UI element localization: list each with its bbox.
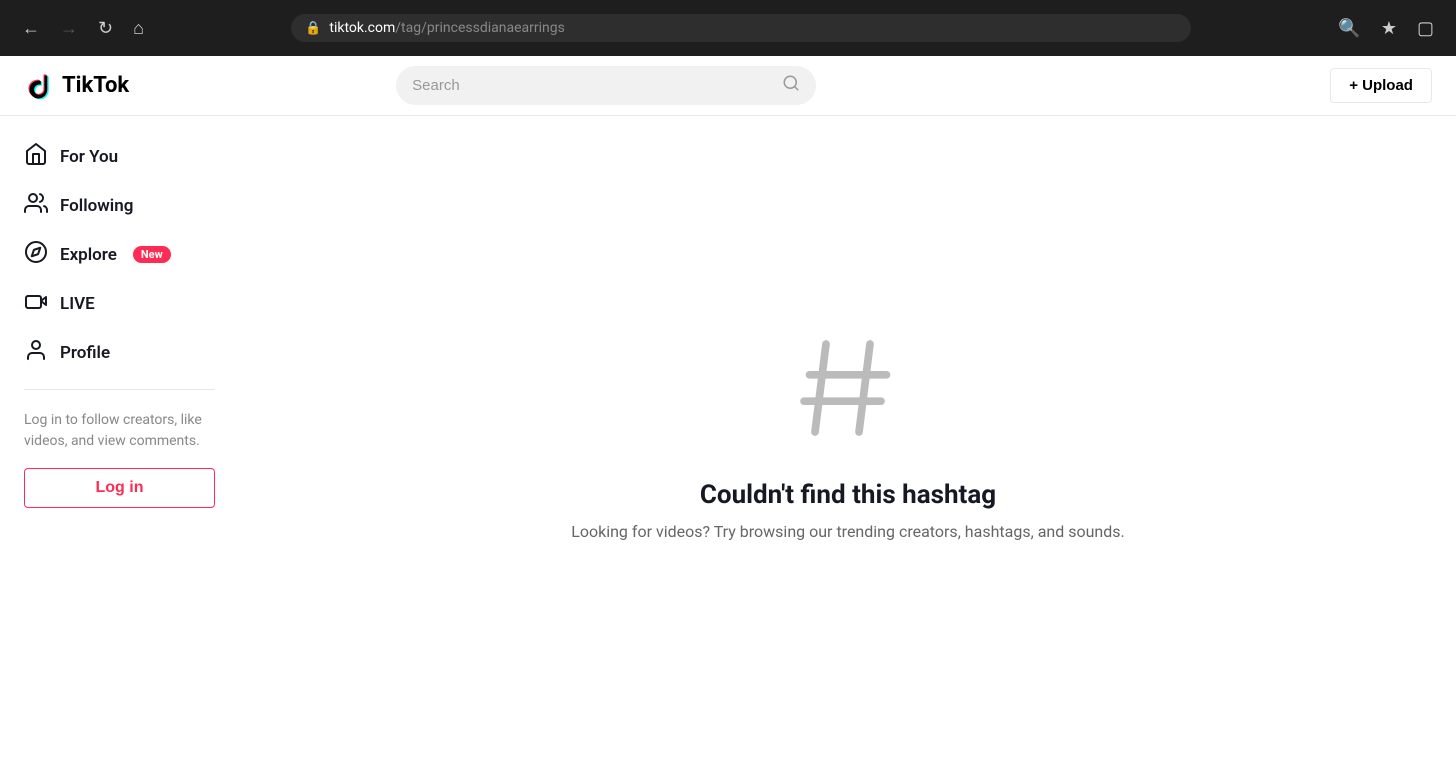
browser-actions: 🔍 ★ ▢ xyxy=(1332,14,1440,43)
url-path: /tag/princessdianaearrings xyxy=(395,20,565,36)
sidebar: For You Following xyxy=(0,116,240,757)
home-button[interactable]: ⌂ xyxy=(127,14,150,43)
address-bar[interactable]: 🔒 tiktok.com/tag/princessdianaearrings xyxy=(291,14,1191,42)
sidebar-item-explore[interactable]: Explore New xyxy=(8,230,231,279)
main-content: Couldn't find this hashtag Looking for v… xyxy=(240,116,1456,757)
sidebar-divider xyxy=(24,389,215,390)
sidebar-nav: For You Following xyxy=(8,132,231,377)
login-prompt-text: Log in to follow creators, like videos, … xyxy=(24,410,215,452)
url-domain: tiktok.com xyxy=(329,20,395,36)
new-badge: New xyxy=(133,246,171,263)
live-label: LIVE xyxy=(60,294,95,314)
explore-icon xyxy=(24,240,48,269)
home-icon xyxy=(24,142,48,171)
sidebar-item-for-you[interactable]: For You xyxy=(8,132,231,181)
search-bar xyxy=(396,66,816,105)
profile-label: Profile xyxy=(60,343,110,363)
refresh-button[interactable]: ↻ xyxy=(92,14,119,43)
lock-icon: 🔒 xyxy=(305,21,321,36)
following-icon xyxy=(24,191,48,220)
window-button[interactable]: ▢ xyxy=(1411,14,1440,43)
back-button[interactable]: ← xyxy=(16,14,46,43)
profile-icon xyxy=(24,338,48,367)
search-bar-container xyxy=(396,66,816,105)
following-label: Following xyxy=(60,196,133,216)
browser-nav-buttons: ← → ↻ ⌂ xyxy=(16,14,150,43)
hashtag-icon xyxy=(793,333,903,460)
live-icon xyxy=(24,289,48,318)
forward-button[interactable]: → xyxy=(54,14,84,43)
not-found-title: Couldn't find this hashtag xyxy=(700,480,996,510)
app-header: TikTok + Upload xyxy=(0,56,1456,116)
logo-text: TikTok xyxy=(62,73,129,98)
browser-chrome: ← → ↻ ⌂ 🔒 tiktok.com/tag/princessdianaea… xyxy=(0,0,1456,56)
not-found-subtitle: Looking for videos? Try browsing our tre… xyxy=(571,522,1125,541)
for-you-label: For You xyxy=(60,147,118,167)
sidebar-nav-list: For You Following xyxy=(8,132,231,377)
tiktok-logo-icon xyxy=(24,70,56,102)
search-button[interactable] xyxy=(782,74,800,97)
sidebar-login-section: Log in to follow creators, like videos, … xyxy=(8,402,231,516)
upload-button[interactable]: + Upload xyxy=(1330,68,1432,103)
logo-link[interactable]: TikTok xyxy=(24,70,129,102)
zoom-out-button[interactable]: 🔍 xyxy=(1332,14,1366,43)
login-button[interactable]: Log in xyxy=(24,468,215,508)
bookmark-button[interactable]: ★ xyxy=(1375,14,1403,43)
explore-label: Explore xyxy=(60,245,117,265)
url-text: tiktok.com/tag/princessdianaearrings xyxy=(329,20,1177,36)
sidebar-item-following[interactable]: Following xyxy=(8,181,231,230)
search-input[interactable] xyxy=(412,77,774,94)
sidebar-item-profile[interactable]: Profile xyxy=(8,328,231,377)
app-body: For You Following xyxy=(0,116,1456,757)
sidebar-item-live[interactable]: LIVE xyxy=(8,279,231,328)
